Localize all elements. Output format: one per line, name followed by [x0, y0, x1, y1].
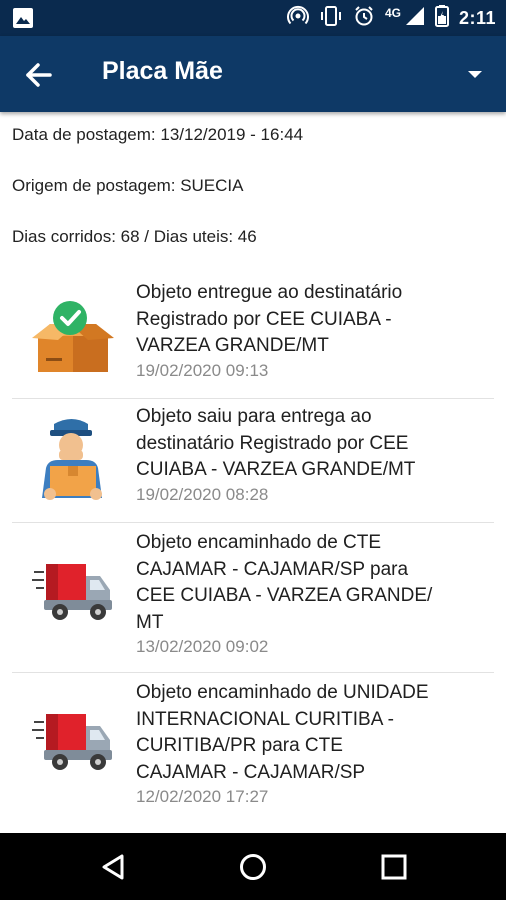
event-text: Objeto encaminhado de UNIDADE INTERNACIO…: [136, 680, 486, 808]
arrow-left-icon: [26, 63, 52, 87]
event-text: Objeto entregue ao destinatário Registra…: [136, 280, 486, 382]
event-line: INTERNACIONAL CURITIBA -: [136, 708, 394, 730]
event-date: 19/02/2020 09:13: [136, 360, 269, 380]
event-line: Registrado por CEE CUIABA -: [136, 308, 392, 330]
circle-home-icon: [240, 854, 266, 880]
courier-icon: [30, 416, 116, 502]
event-line: CAJAMAR - CAJAMAR/SP: [136, 761, 366, 783]
event-date: 13/02/2020 09:02: [136, 637, 269, 656]
nav-back-button[interactable]: [98, 851, 130, 883]
event-line: destinatário Registrado por CEE: [136, 432, 409, 454]
vibrate-icon: [319, 5, 343, 32]
truck-icon: [30, 552, 116, 638]
app-bar: Placa Mãe: [0, 36, 506, 112]
postage-date: Data de postagem: 13/12/2019 - 16:44: [12, 125, 304, 144]
event-text: Objeto encaminhado de CTE CAJAMAR - CAJA…: [136, 530, 486, 658]
event-line: CUIABA - VARZEA GRANDE/MT: [136, 459, 416, 480]
delivered-box-icon: [30, 296, 116, 382]
event-line: Objeto saiu para entrega ao: [136, 406, 372, 427]
event-line: CEE CUIABA - VARZEA GRANDE/: [136, 585, 433, 606]
network-type-label: 4G: [384, 6, 401, 20]
event-line: Objeto encaminhado de UNIDADE: [136, 682, 429, 703]
divider: [12, 672, 494, 673]
hotspot-icon: [286, 5, 309, 32]
square-recents-icon: [381, 854, 407, 880]
divider: [12, 398, 494, 399]
caret-down-icon: [468, 71, 482, 78]
event-line: Objeto encaminhado de CTE: [136, 532, 382, 553]
event-text: Objeto saiu para entrega ao destinatário…: [136, 404, 486, 506]
days-count: Dias corridos: 68 / Dias uteis: 46: [12, 227, 257, 246]
event-line: CAJAMAR - CAJAMAR/SP para: [136, 558, 409, 580]
status-bar: 4G 2:11: [0, 0, 506, 36]
signal-icon: [405, 6, 425, 31]
nav-recents-button[interactable]: [378, 851, 410, 883]
clock: 2:11: [458, 7, 496, 28]
truck-icon: [30, 702, 116, 788]
dropdown-button[interactable]: [466, 66, 484, 82]
gallery-notification-icon: [12, 7, 34, 34]
postage-origin: Origem de postagem: SUECIA: [12, 176, 244, 195]
event-line: CURITIBA/PR para CTE: [136, 735, 343, 756]
event-line: MT: [136, 611, 164, 633]
alarm-icon: [353, 5, 375, 32]
event-date: 12/02/2020 17:27: [136, 787, 269, 806]
page-title: Placa Mãe: [102, 57, 223, 85]
event-line: Objeto entregue ao destinatário: [136, 282, 403, 303]
event-line: VARZEA GRANDE/MT: [136, 335, 329, 356]
triangle-back-icon: [102, 854, 124, 880]
event-date: 19/02/2020 08:28: [136, 484, 269, 504]
screen: 4G 2:11 Placa Mãe Data de postagem: 13/1…: [0, 0, 506, 900]
navigation-bar: [0, 833, 506, 900]
divider: [12, 522, 494, 523]
back-button[interactable]: [22, 58, 56, 92]
battery-icon: [434, 4, 449, 32]
status-icons: 4G 2:11: [286, 0, 496, 36]
nav-home-button[interactable]: [237, 851, 269, 883]
